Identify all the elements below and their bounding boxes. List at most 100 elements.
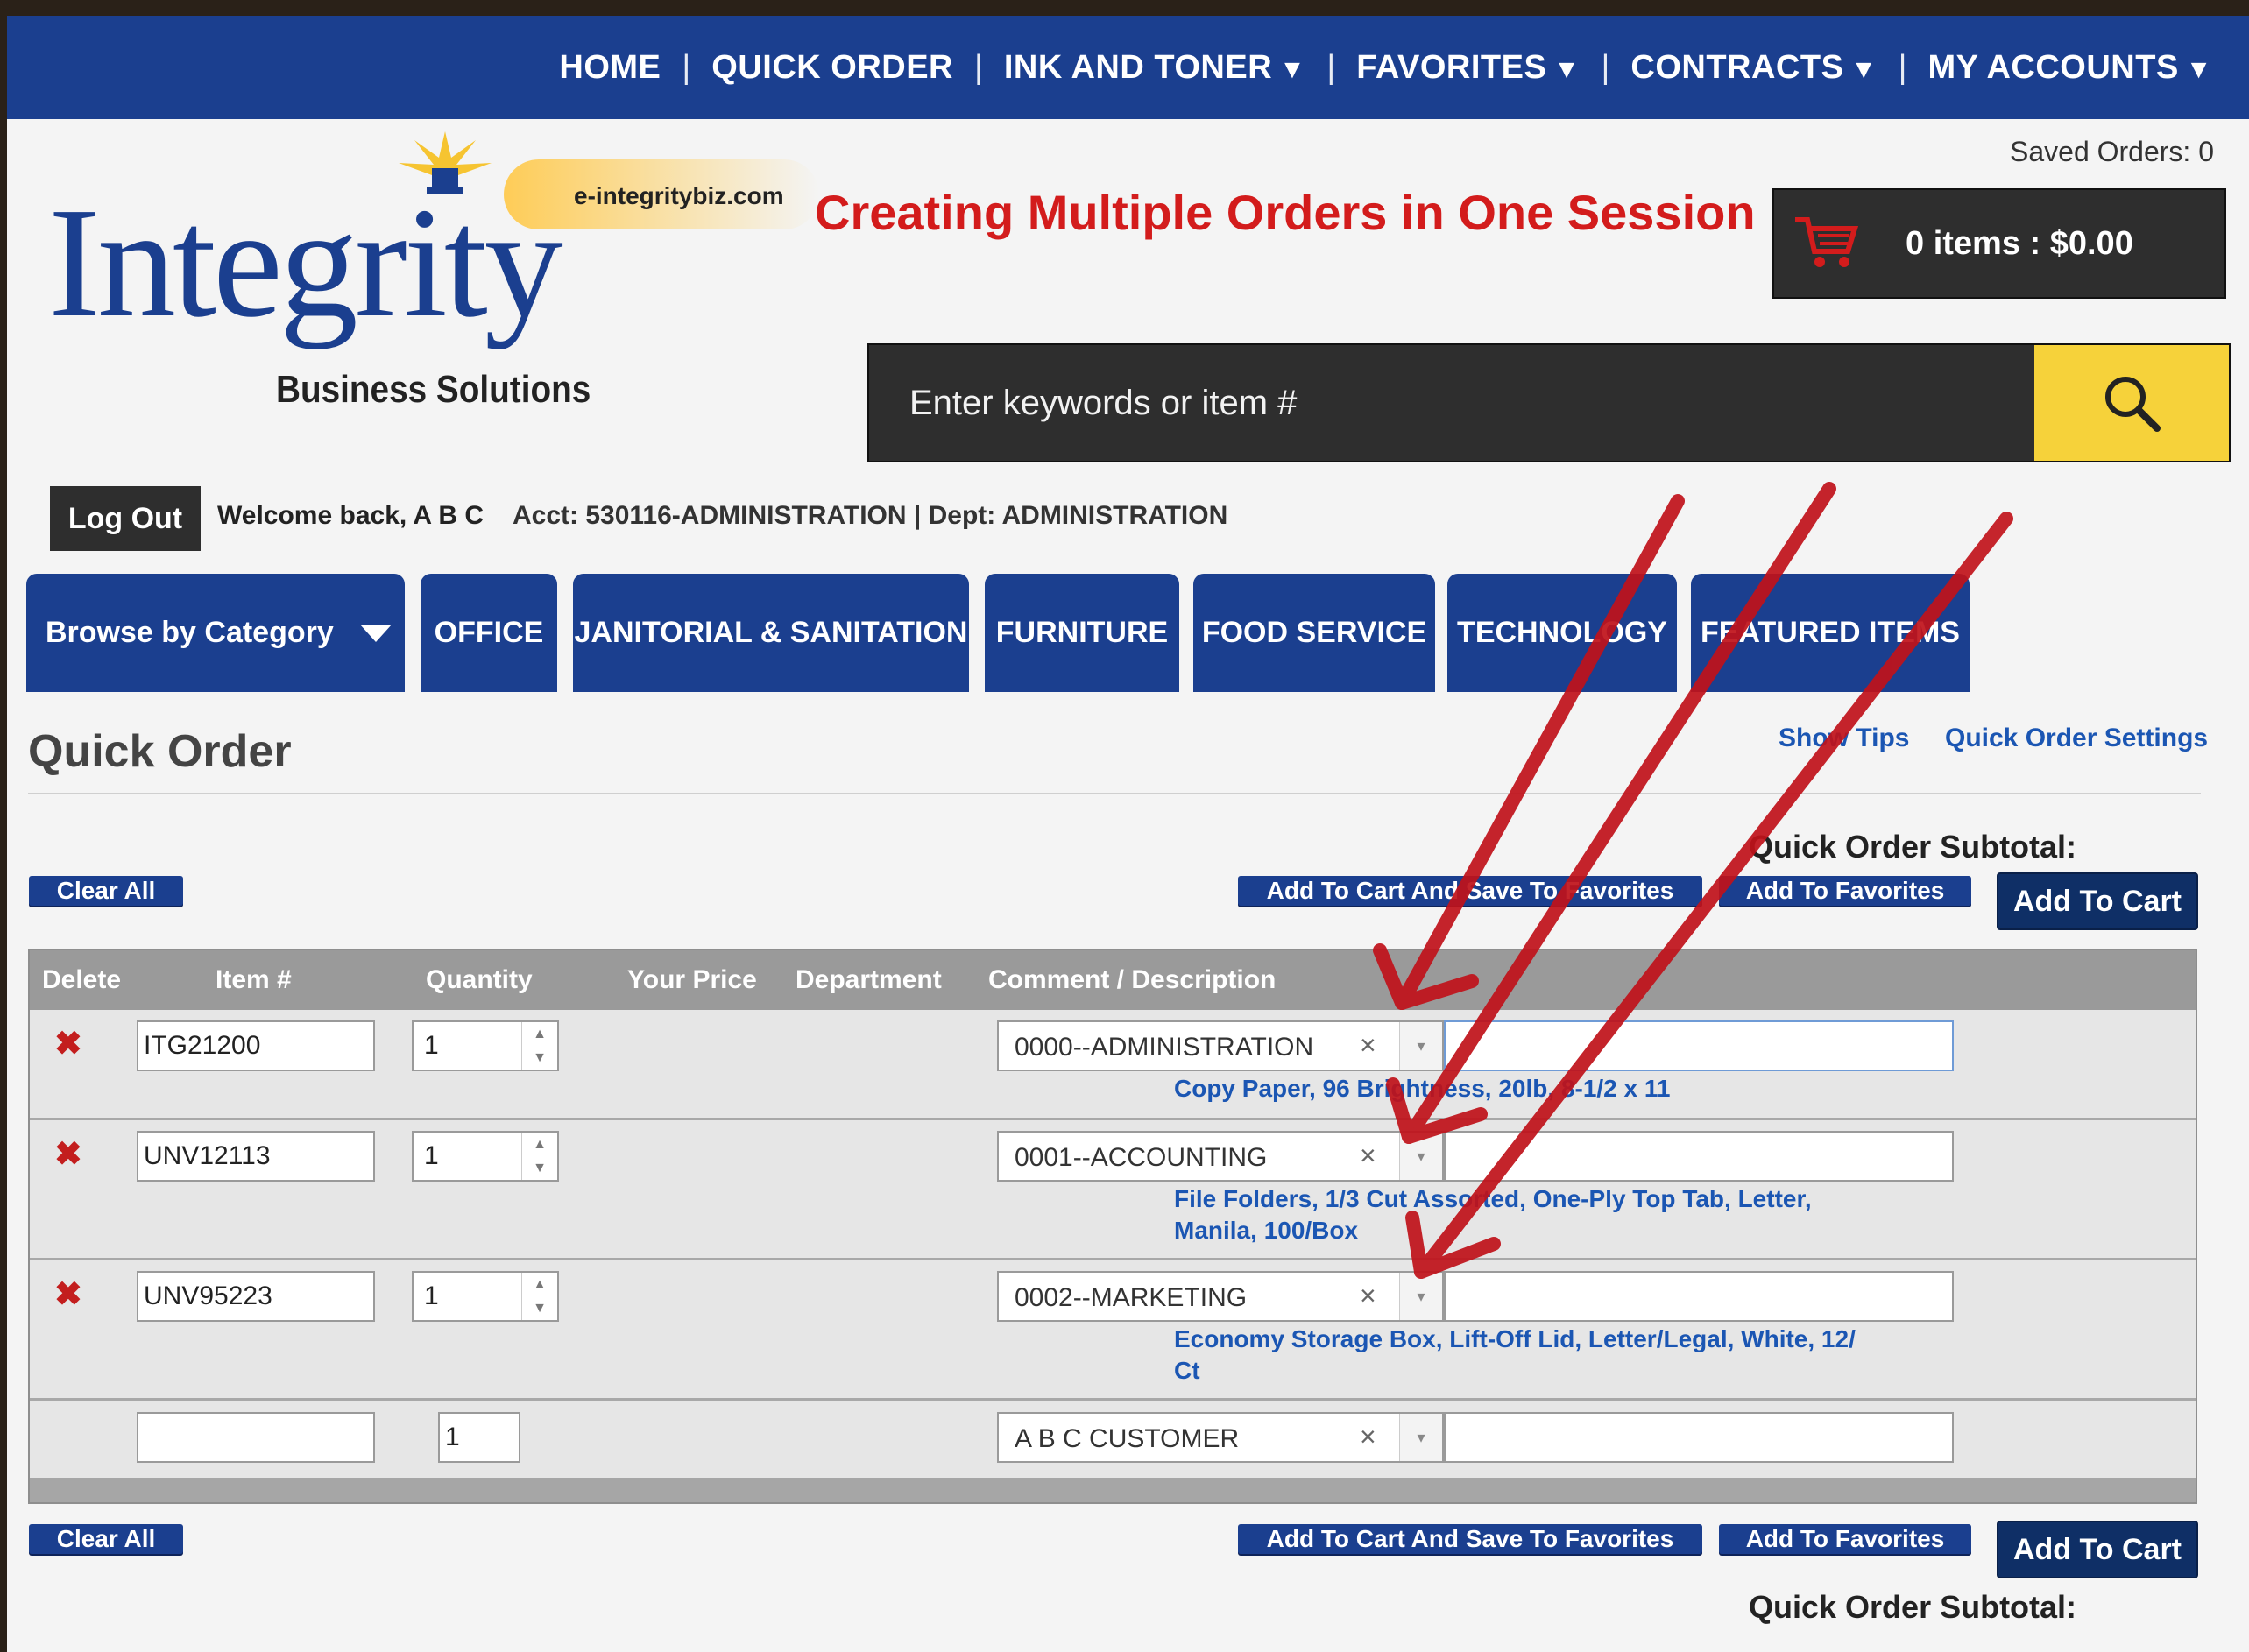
- quantity-input-new[interactable]: [438, 1412, 520, 1463]
- subtotal-label-bottom: Quick Order Subtotal:: [1749, 1589, 2077, 1625]
- nav-separator: |: [1601, 48, 1610, 86]
- search-bar: [867, 343, 2231, 462]
- nav-my-accounts[interactable]: MY ACCOUNTS ▼: [1907, 49, 2234, 87]
- department-select[interactable]: 0002--MARKETING × ▾: [997, 1271, 1444, 1322]
- tutorial-headline: Creating Multiple Orders in One Session: [815, 185, 1756, 240]
- nav-ink-toner[interactable]: INK AND TONER ▼: [983, 49, 1327, 87]
- nav-separator: |: [1898, 48, 1907, 86]
- search-icon: [2105, 377, 2161, 432]
- clear-selection-icon[interactable]: ×: [1360, 1140, 1376, 1172]
- department-select[interactable]: 0001--ACCOUNTING × ▾: [997, 1131, 1444, 1182]
- caret-down-icon: ▼: [2185, 54, 2212, 84]
- welcome-text: Welcome back, A B C: [217, 501, 484, 530]
- quantity-stepper[interactable]: 1 ▲ ▼: [412, 1131, 559, 1182]
- comment-input[interactable]: [1444, 1271, 1954, 1322]
- brand-logo[interactable]: Integrity e-integritybiz.com Business So…: [48, 131, 819, 447]
- saved-orders-link[interactable]: Saved Orders: 0: [2010, 136, 2214, 168]
- item-number-input-new[interactable]: [137, 1412, 375, 1463]
- delete-x-icon[interactable]: ✖: [54, 1134, 82, 1174]
- spinner-arrows-icon[interactable]: ▲ ▼: [521, 1273, 557, 1320]
- dropdown-arrow-icon[interactable]: ▾: [1399, 1133, 1442, 1180]
- brand-url: e-integritybiz.com: [574, 182, 784, 209]
- nav-home[interactable]: HOME: [538, 49, 682, 87]
- brand-name: Integrity: [48, 175, 563, 349]
- add-to-cart-button-top[interactable]: Add To Cart: [1997, 872, 2198, 930]
- item-number-input[interactable]: [137, 1131, 375, 1182]
- department-value: 0001--ACCOUNTING: [1015, 1143, 1268, 1172]
- add-to-favorites-button-top[interactable]: Add To Favorites: [1719, 876, 1971, 906]
- category-tab-furniture[interactable]: FURNITURE: [985, 574, 1179, 692]
- nav-contracts[interactable]: CONTRACTS ▼: [1609, 49, 1898, 87]
- quantity-value: 1: [424, 1141, 439, 1170]
- clear-selection-icon[interactable]: ×: [1360, 1029, 1376, 1062]
- page-title: Quick Order: [28, 726, 292, 777]
- col-item: Item #: [216, 965, 292, 994]
- clear-all-button-bottom[interactable]: Clear All: [29, 1524, 183, 1554]
- department-select-new[interactable]: A B C CUSTOMER × ▾: [997, 1412, 1444, 1463]
- department-select[interactable]: 0000--ADMINISTRATION × ▾: [997, 1020, 1444, 1071]
- browse-by-category-label: Browse by Category: [46, 616, 334, 649]
- add-to-cart-and-save-favorites-button-top[interactable]: Add To Cart And Save To Favorites: [1238, 876, 1702, 906]
- clear-all-button-top[interactable]: Clear All: [29, 876, 183, 906]
- quick-order-settings-link[interactable]: Quick Order Settings: [1945, 724, 2208, 753]
- item-description-line: Manila, 100/Box: [1174, 1217, 1359, 1244]
- clear-selection-icon[interactable]: ×: [1360, 1280, 1376, 1312]
- search-button[interactable]: [2034, 345, 2229, 461]
- cart-summary-button[interactable]: 0 items : $0.00: [1772, 188, 2226, 299]
- add-to-favorites-button-bottom[interactable]: Add To Favorites: [1719, 1524, 1971, 1554]
- spinner-arrows-icon[interactable]: ▲ ▼: [521, 1022, 557, 1070]
- caret-down-icon: ▼: [1279, 54, 1306, 84]
- item-description: File Folders, 1/3 Cut Assorted, One-Ply …: [1174, 1183, 1812, 1246]
- clear-selection-icon[interactable]: ×: [1360, 1421, 1376, 1453]
- comment-input[interactable]: [1444, 1131, 1954, 1182]
- nav-quick-order[interactable]: QUICK ORDER: [690, 49, 974, 87]
- delete-x-icon[interactable]: ✖: [54, 1024, 82, 1063]
- quantity-value: 1: [424, 1031, 439, 1060]
- top-nav: HOME | QUICK ORDER | INK AND TONER ▼ | FA…: [7, 16, 2249, 119]
- comment-input-new[interactable]: [1444, 1412, 1954, 1463]
- page-frame: HOME | QUICK ORDER | INK AND TONER ▼ | FA…: [0, 0, 2249, 1652]
- nav-favorites[interactable]: FAVORITES ▼: [1335, 49, 1601, 87]
- dropdown-arrow-icon[interactable]: ▾: [1399, 1273, 1442, 1320]
- add-to-cart-and-save-favorites-button-bottom[interactable]: Add To Cart And Save To Favorites: [1238, 1524, 1702, 1554]
- subtotal-label-top: Quick Order Subtotal:: [1749, 829, 2077, 865]
- category-tab-office[interactable]: OFFICE: [421, 574, 557, 692]
- category-tab-food-service[interactable]: FOOD SERVICE: [1193, 574, 1435, 692]
- nav-contracts-label: CONTRACTS: [1630, 48, 1844, 86]
- item-number-input[interactable]: [137, 1020, 375, 1071]
- item-description: Copy Paper, 96 Brightness, 20lb, 8-1/2 x…: [1174, 1073, 1670, 1105]
- department-value: 0000--ADMINISTRATION: [1015, 1033, 1314, 1062]
- category-tab-technology[interactable]: TECHNOLOGY: [1447, 574, 1677, 692]
- department-value: 0002--MARKETING: [1015, 1283, 1248, 1312]
- delete-x-icon[interactable]: ✖: [54, 1274, 82, 1314]
- brand-tagline: Business Solutions: [276, 368, 591, 411]
- comment-input[interactable]: [1444, 1020, 1954, 1071]
- window-edge-left: [0, 16, 7, 1652]
- spinner-arrows-icon[interactable]: ▲ ▼: [521, 1133, 557, 1180]
- item-description-line: Ct: [1174, 1357, 1200, 1384]
- logout-button[interactable]: Log Out: [50, 486, 201, 551]
- show-tips-link[interactable]: Show Tips: [1779, 724, 1909, 753]
- divider: [28, 793, 2201, 794]
- quantity-stepper[interactable]: 1 ▲ ▼: [412, 1020, 559, 1071]
- search-input[interactable]: [869, 345, 2034, 461]
- nav-ink-toner-label: INK AND TONER: [1003, 48, 1273, 86]
- add-to-cart-button-bottom[interactable]: Add To Cart: [1997, 1521, 2198, 1578]
- chevron-down-icon: [359, 624, 392, 642]
- dropdown-arrow-icon[interactable]: ▾: [1399, 1022, 1442, 1070]
- item-number-input[interactable]: [137, 1271, 375, 1322]
- browse-by-category-tab[interactable]: Browse by Category: [26, 574, 405, 692]
- table-header: Delete Item # Quantity Your Price Depart…: [30, 950, 2196, 1010]
- category-tab-janitorial[interactable]: JANITORIAL & SANITATION: [573, 574, 969, 692]
- dropdown-arrow-icon[interactable]: ▾: [1399, 1414, 1442, 1461]
- quantity-stepper[interactable]: 1 ▲ ▼: [412, 1271, 559, 1322]
- nav-my-accounts-label: MY ACCOUNTS: [1927, 48, 2179, 86]
- col-quantity: Quantity: [426, 965, 533, 994]
- nav-separator: |: [1326, 48, 1336, 86]
- row-divider: [30, 1398, 2196, 1401]
- nav-quick-order-label: QUICK ORDER: [711, 48, 953, 86]
- account-info: Acct: 530116-ADMINISTRATION | Dept: ADMI…: [513, 501, 1228, 530]
- caret-down-icon: ▼: [1850, 54, 1878, 84]
- category-tab-featured-items[interactable]: FEATURED ITEMS: [1691, 574, 1970, 692]
- nav-home-label: HOME: [559, 48, 661, 86]
